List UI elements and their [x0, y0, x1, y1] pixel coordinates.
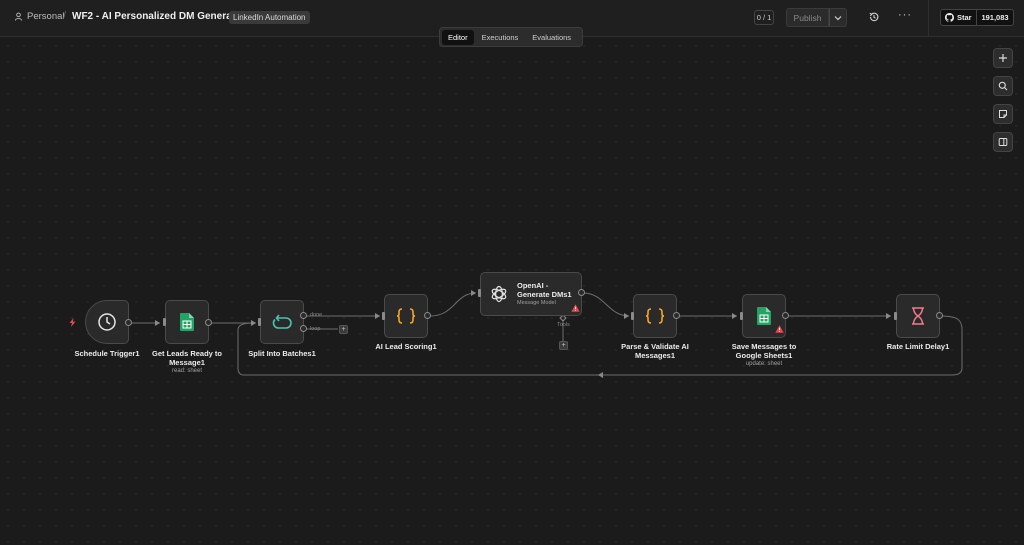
output-handle[interactable]: [578, 289, 585, 296]
github-icon: [945, 13, 954, 22]
output-handle[interactable]: [673, 312, 680, 319]
node-get-leads[interactable]: [165, 300, 209, 344]
output-handle[interactable]: [936, 312, 943, 319]
toggle-panel-button[interactable]: [993, 132, 1013, 152]
code-braces-icon: [645, 308, 665, 324]
input-handle[interactable]: [258, 318, 261, 326]
warning-icon[interactable]: [775, 325, 784, 333]
node-label-line: Google Sheets1: [735, 351, 793, 360]
workflow-tag[interactable]: LinkedIn Automation: [229, 11, 310, 24]
input-handle[interactable]: [894, 312, 897, 320]
warning-icon[interactable]: [571, 304, 580, 312]
publish-options-button[interactable]: [829, 8, 847, 27]
google-sheets-icon: [180, 313, 194, 331]
sticky-note-icon: [999, 110, 1007, 118]
search-nodes-button[interactable]: [993, 76, 1013, 96]
node-label-line: Get Leads Ready to: [151, 349, 223, 358]
active-counter: 0 / 1: [754, 10, 774, 25]
node-subtitle-openai: Message Model: [517, 299, 556, 306]
output-handle-done[interactable]: [300, 312, 307, 319]
node-label-openai-2: Generate DMs1: [517, 289, 572, 299]
workflow-title[interactable]: WF2 - AI Personalized DM Generator: [72, 11, 245, 22]
plus-icon: [999, 54, 1007, 62]
node-split-batches[interactable]: [260, 300, 304, 344]
search-icon: [998, 81, 1008, 91]
user-icon: [14, 12, 23, 21]
output-handle[interactable]: [125, 319, 132, 326]
node-rate-limit-delay[interactable]: [896, 294, 940, 338]
node-label-get-leads: Get Leads Ready to Message1: [140, 349, 234, 367]
publish-button[interactable]: Publish: [786, 8, 829, 27]
port-label-tools: Tools: [557, 322, 570, 328]
more-options-button[interactable]: ···: [898, 9, 912, 21]
breadcrumb-separator: /: [63, 10, 67, 22]
openai-text: OpenAI - Generate DMs1 Message Model: [517, 281, 572, 308]
input-handle[interactable]: [478, 289, 481, 297]
node-schedule-trigger[interactable]: [85, 300, 129, 344]
openai-icon: [491, 285, 507, 303]
tab-executions[interactable]: Executions: [476, 30, 525, 45]
github-star-label: Star: [957, 13, 972, 22]
input-handle[interactable]: [163, 318, 166, 326]
node-label-line: Message1: [169, 358, 205, 367]
history-icon[interactable]: [868, 11, 880, 23]
port-label-loop: loop: [310, 326, 321, 332]
n8n-app: Personal / WF2 - AI Personalized DM Gene…: [0, 0, 1024, 545]
canvas-toolbar: [993, 48, 1013, 152]
node-label-split: Split Into Batches1: [248, 349, 316, 358]
add-sticky-note-button[interactable]: [993, 104, 1013, 124]
panel-icon: [998, 138, 1008, 146]
tab-evaluations[interactable]: Evaluations: [526, 30, 577, 45]
github-star-count[interactable]: 191,083: [977, 9, 1014, 26]
output-handle-loop[interactable]: [300, 325, 307, 332]
breadcrumb-project[interactable]: Personal: [14, 11, 65, 22]
node-parse-validate[interactable]: [633, 294, 677, 338]
node-label-openai-1: OpenAI -: [517, 280, 549, 290]
output-handle[interactable]: [205, 319, 212, 326]
node-label-line: Save Messages to: [731, 342, 797, 351]
node-ai-lead-scoring[interactable]: [384, 294, 428, 338]
chevron-down-icon: [834, 15, 842, 20]
add-node-button[interactable]: [993, 48, 1013, 68]
node-label-parse: Parse & Validate AI Messages1: [608, 342, 702, 360]
input-handle[interactable]: [631, 312, 634, 320]
node-label-delay: Rate Limit Delay1: [886, 342, 950, 351]
node-openai-generate[interactable]: OpenAI - Generate DMs1 Message Model: [480, 272, 582, 316]
github-star-button[interactable]: Star: [940, 9, 977, 26]
node-label-save: Save Messages to Google Sheets1: [717, 342, 811, 360]
google-sheets-icon: [757, 307, 771, 325]
github-widget: Star 191,083: [928, 0, 1024, 37]
view-tabs: Editor Executions Evaluations: [439, 27, 583, 47]
node-label-scoring: AI Lead Scoring1: [375, 342, 437, 351]
output-handle[interactable]: [782, 312, 789, 319]
trigger-bolt-icon: [69, 318, 76, 327]
project-name: Personal: [27, 11, 65, 22]
hourglass-icon: [912, 307, 924, 325]
loop-icon: [272, 314, 292, 329]
port-label-done: done: [310, 312, 323, 318]
code-braces-icon: [396, 308, 416, 324]
add-tool-button[interactable]: +: [559, 341, 568, 350]
output-handle[interactable]: [424, 312, 431, 319]
node-subtitle-save: update: sheet: [745, 361, 783, 367]
node-label-line: Messages1: [634, 351, 676, 360]
tab-editor[interactable]: Editor: [442, 29, 474, 45]
add-loop-node-button[interactable]: +: [339, 325, 348, 334]
input-handle[interactable]: [382, 312, 385, 320]
clock-icon: [98, 313, 116, 331]
node-label-line: Parse & Validate AI: [621, 342, 689, 351]
node-subtitle-get-leads: read: sheet: [171, 368, 203, 374]
input-handle[interactable]: [740, 312, 743, 320]
